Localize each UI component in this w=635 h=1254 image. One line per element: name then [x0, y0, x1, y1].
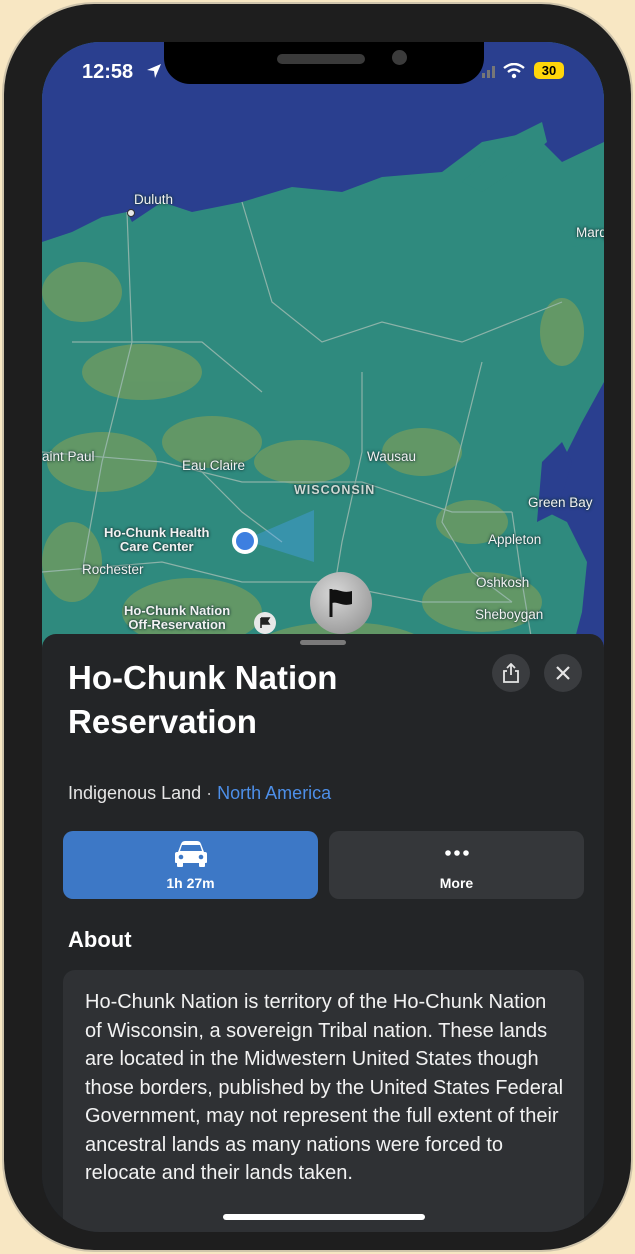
map-label-green-bay: Green Bay: [528, 495, 593, 510]
flag-icon: [329, 589, 352, 617]
place-sheet: Ho-Chunk Nation Reservation Indigenous L…: [42, 634, 604, 1232]
map-label-marquette: Marq: [576, 225, 604, 240]
map-poi-health-center[interactable]: Ho-Chunk Health Care Center: [104, 526, 209, 554]
signal-icon: [482, 66, 495, 78]
close-icon: [556, 666, 570, 680]
selected-flag-pin[interactable]: [310, 572, 372, 634]
about-card: Ho-Chunk Nation is territory of the Ho-C…: [63, 970, 584, 1232]
map-label-wisconsin: WISCONSIN: [294, 483, 376, 497]
user-location-icon: [232, 528, 258, 554]
screen: Duluth Marq aint Paul Eau Claire Wausau …: [42, 42, 604, 1232]
city-dot: [127, 209, 135, 217]
directions-button[interactable]: 1h 27m: [63, 831, 318, 899]
map-label-saint-paul: aint Paul: [42, 449, 95, 464]
map-label-appleton: Appleton: [488, 532, 542, 547]
subtitle-separator: ·: [206, 783, 213, 803]
front-camera: [392, 50, 407, 65]
notch: [164, 42, 484, 84]
phone-frame: Duluth Marq aint Paul Eau Claire Wausau …: [4, 4, 631, 1250]
map-label-wausau: Wausau: [367, 449, 417, 464]
more-label: More: [439, 875, 474, 891]
place-title: Ho-Chunk Nation Reservation: [68, 659, 338, 740]
map-label-duluth: Duluth: [134, 192, 174, 207]
home-indicator[interactable]: [223, 1214, 425, 1220]
wifi-icon: [503, 63, 525, 79]
map-view[interactable]: Duluth Marq aint Paul Eau Claire Wausau …: [42, 42, 604, 682]
map-label-oshkosh: Oshkosh: [476, 575, 530, 590]
status-time: 12:58: [82, 61, 134, 83]
map-label-eau-claire: Eau Claire: [182, 458, 246, 473]
car-icon: [175, 841, 207, 867]
map-label-rochester: Rochester: [82, 562, 144, 577]
map-label-sheboygan: Sheboygan: [475, 607, 544, 622]
directions-label: 1h 27m: [166, 875, 215, 891]
about-text: Ho-Chunk Nation is territory of the Ho-C…: [85, 991, 564, 1184]
sheet-grabber[interactable]: [300, 640, 346, 645]
share-icon: [503, 663, 519, 683]
poi-flag-icon[interactable]: [254, 612, 276, 634]
battery-indicator: 30: [534, 62, 564, 79]
about-heading: About: [68, 927, 132, 952]
ellipsis-icon: [445, 850, 469, 856]
speaker: [277, 54, 365, 64]
map-poi-off-reservation[interactable]: Ho-Chunk Nation Off-Reservation: [124, 604, 230, 632]
more-button[interactable]: More: [329, 831, 584, 899]
place-category: Indigenous Land: [68, 783, 202, 803]
share-button[interactable]: [492, 654, 530, 692]
location-arrow-icon: [147, 64, 161, 78]
place-subtitle: Indigenous Land · North America: [68, 783, 331, 804]
close-button[interactable]: [544, 654, 582, 692]
region-link[interactable]: North America: [217, 783, 331, 803]
